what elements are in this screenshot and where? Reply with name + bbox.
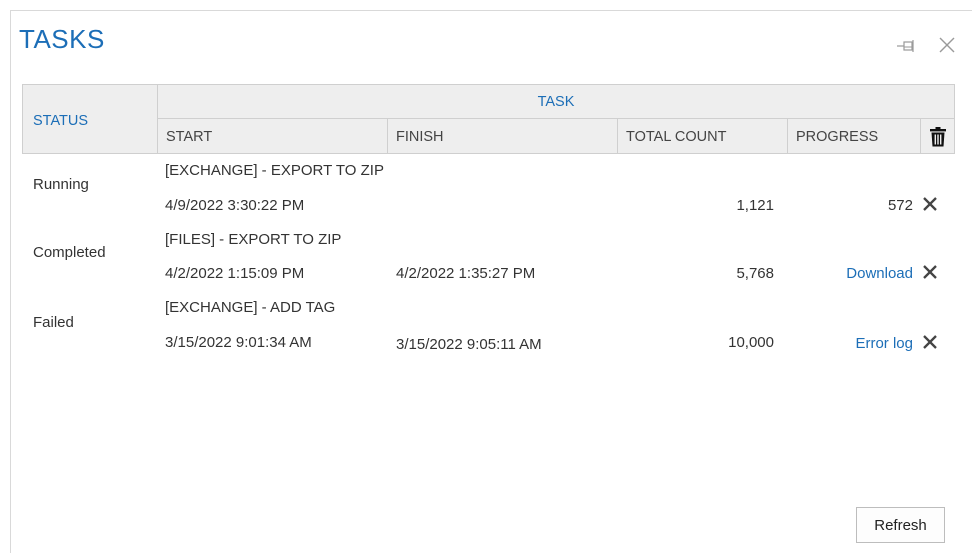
- x-icon[interactable]: [922, 196, 938, 212]
- row-start: 4/9/2022 3:30:22 PM: [165, 197, 305, 214]
- row-start: 3/15/2022 9:01:34 AM: [165, 334, 312, 351]
- column-header-status[interactable]: STATUS: [22, 84, 158, 154]
- row-status: Completed: [33, 244, 106, 261]
- row-task-name: [FILES] - EXPORT TO ZIP: [165, 231, 342, 248]
- row-status: Failed: [33, 314, 74, 331]
- refresh-button[interactable]: Refresh: [856, 507, 945, 543]
- pin-icon[interactable]: [895, 38, 919, 54]
- row-total-count: 10,000: [728, 334, 774, 351]
- error-log-link[interactable]: Error log: [855, 335, 913, 352]
- column-header-total-count[interactable]: TOTAL COUNT: [617, 118, 788, 154]
- row-total-count: 5,768: [736, 265, 774, 282]
- x-icon[interactable]: [922, 264, 938, 280]
- row-task-name: [EXCHANGE] - EXPORT TO ZIP: [165, 162, 384, 179]
- delete-all-button[interactable]: [920, 118, 955, 154]
- dialog-title: TASKS: [19, 24, 105, 54]
- row-progress: 572: [887, 197, 913, 214]
- row-task-name: [EXCHANGE] - ADD TAG: [165, 299, 336, 316]
- x-icon[interactable]: [922, 334, 938, 350]
- close-icon[interactable]: [936, 34, 958, 56]
- row-finish: 4/2/2022 1:35:27 PM: [396, 265, 536, 282]
- column-header-start[interactable]: START: [157, 118, 388, 154]
- row-start: 4/2/2022 1:15:09 PM: [165, 265, 305, 282]
- download-link[interactable]: Download: [846, 265, 913, 282]
- row-status: Running: [33, 176, 89, 193]
- column-header-finish[interactable]: FINISH: [387, 118, 618, 154]
- trash-icon: [930, 127, 946, 147]
- column-group-header-task: TASK: [157, 84, 955, 119]
- column-header-progress[interactable]: PROGRESS: [787, 118, 921, 154]
- row-total-count: 1,121: [736, 197, 774, 214]
- row-finish: 3/15/2022 9:05:11 AM: [396, 336, 542, 353]
